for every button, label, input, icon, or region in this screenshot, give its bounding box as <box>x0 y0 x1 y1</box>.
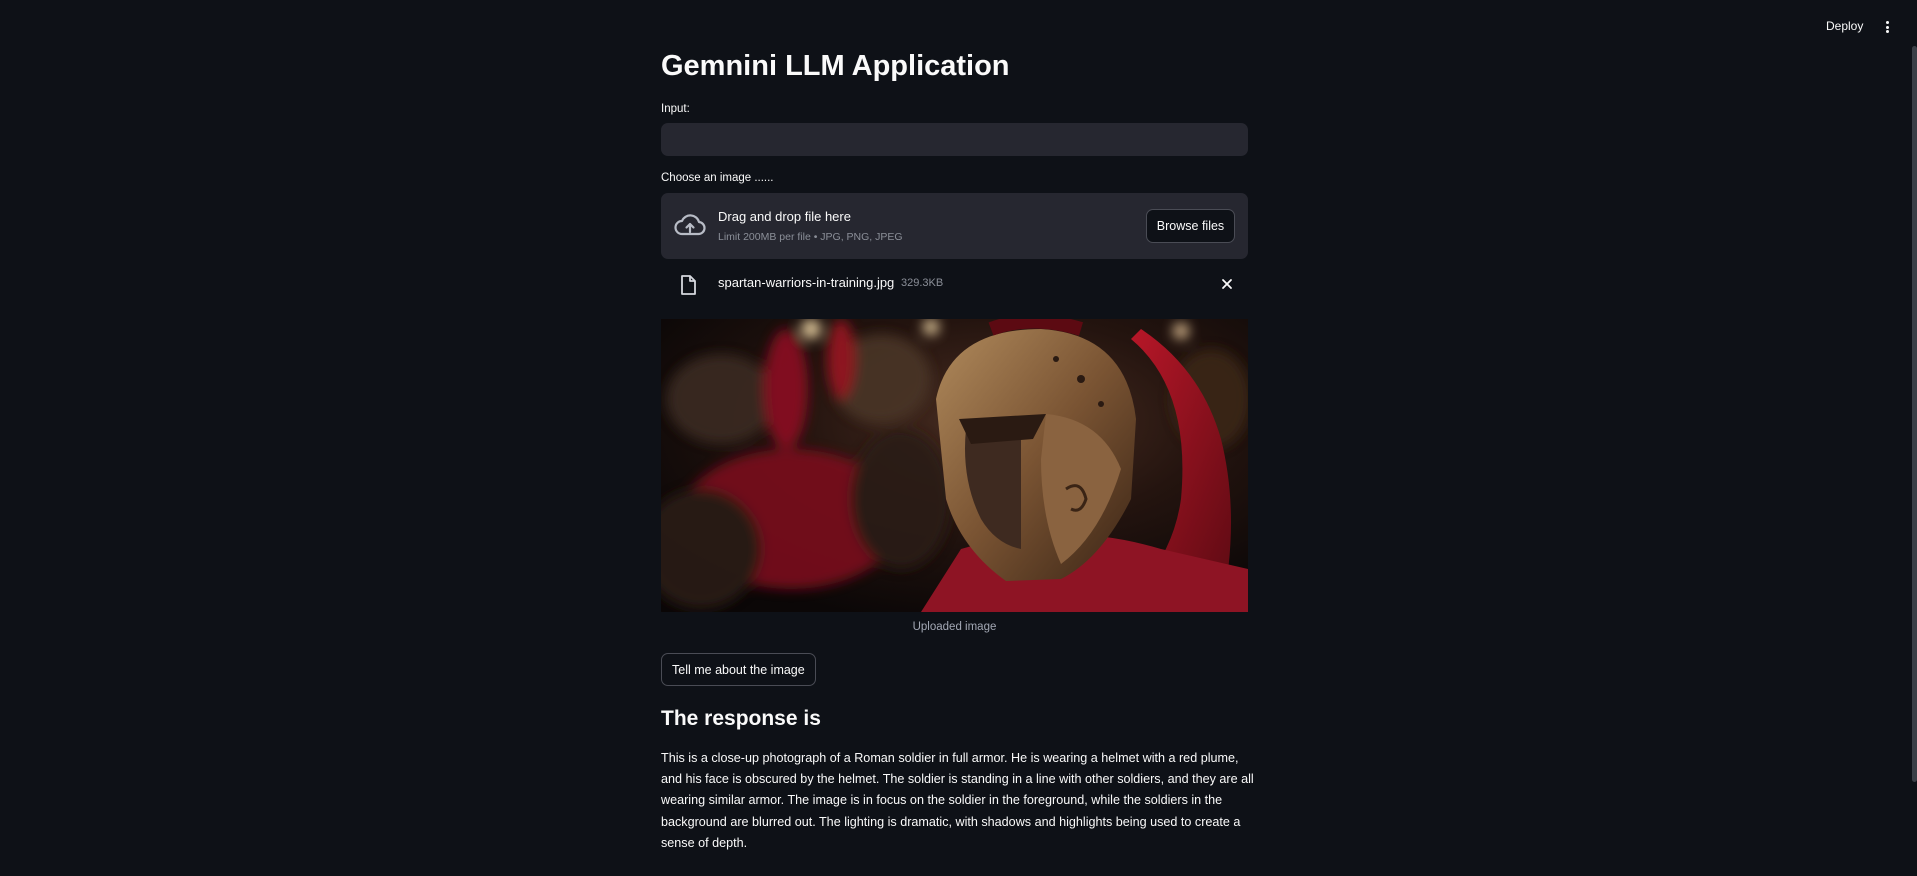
uploaded-file-row: spartan-warriors-in-training.jpg 329.3KB <box>661 272 1248 300</box>
image-caption: Uploaded image <box>912 621 997 633</box>
kebab-menu-icon[interactable] <box>1881 19 1893 35</box>
close-icon[interactable] <box>1218 275 1236 293</box>
uploaded-image <box>661 319 1248 612</box>
top-toolbar: Deploy <box>0 0 1917 54</box>
input-label: Input: <box>661 103 690 115</box>
response-heading: The response is <box>661 707 821 730</box>
dropzone-title: Drag and drop file here <box>718 209 851 224</box>
file-icon <box>681 275 696 295</box>
file-dropzone[interactable]: Drag and drop file here Limit 200MB per … <box>661 193 1248 259</box>
page-title: Gemnini LLM Application <box>661 50 1010 82</box>
cloud-upload-icon <box>674 214 706 236</box>
browse-files-button[interactable]: Browse files <box>1146 209 1235 243</box>
deploy-button[interactable]: Deploy <box>1826 19 1863 33</box>
uploaded-file-name: spartan-warriors-in-training.jpg <box>718 275 895 290</box>
response-text: This is a close-up photograph of a Roman… <box>661 751 1254 850</box>
spartan-warrior-photo <box>661 319 1248 612</box>
text-input-field[interactable] <box>661 123 1248 156</box>
uploader-label: Choose an image ...... <box>661 172 774 184</box>
uploaded-file-size: 329.3KB <box>901 277 944 289</box>
tell-me-about-image-button[interactable]: Tell me about the image <box>661 653 816 686</box>
dropzone-limit: Limit 200MB per file • JPG, PNG, JPEG <box>718 231 903 243</box>
scrollbar[interactable] <box>1912 46 1917 782</box>
